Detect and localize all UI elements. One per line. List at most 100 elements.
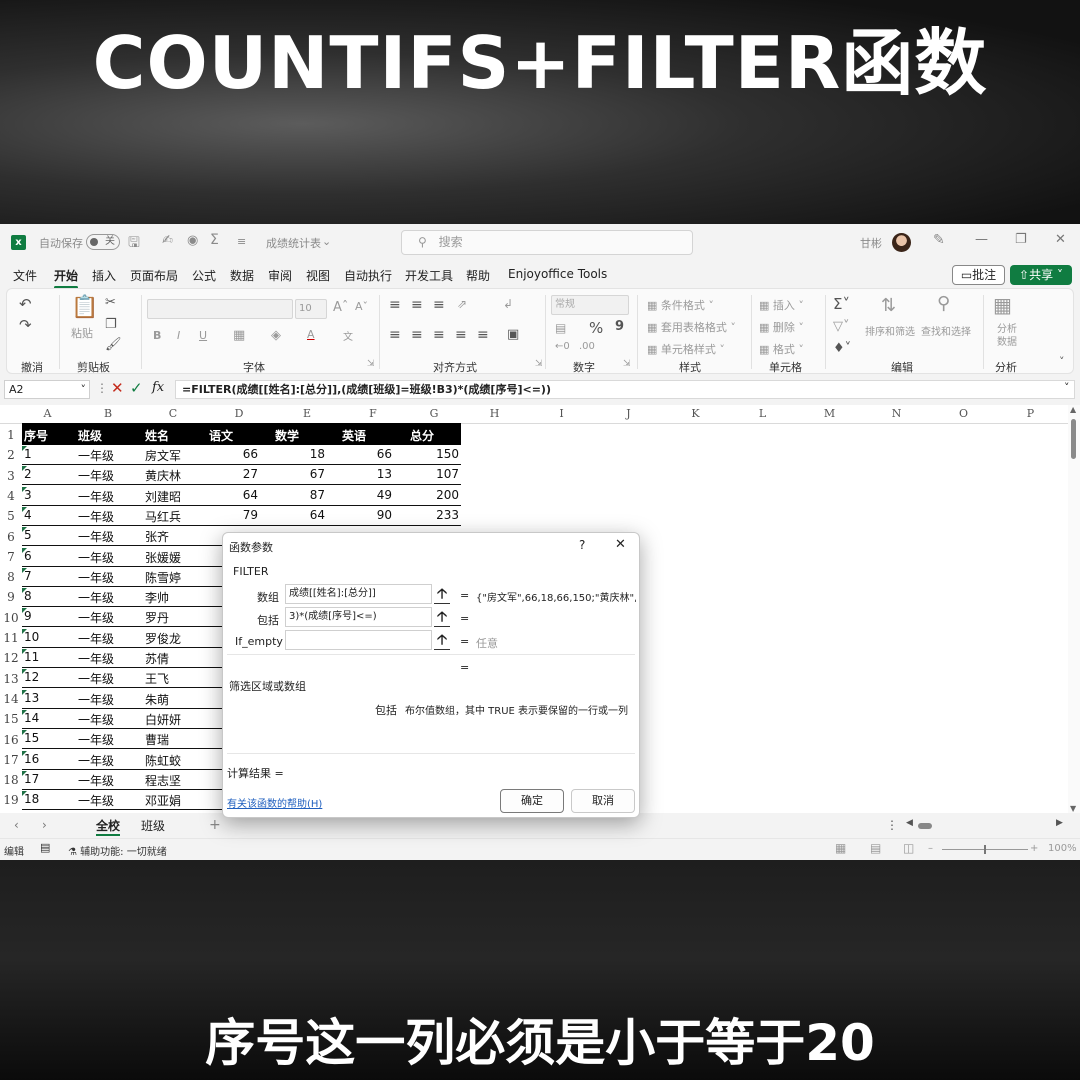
table-header-cell[interactable]: 姓名	[145, 427, 169, 444]
analyze-data-icon[interactable]: ▦	[993, 293, 1012, 317]
enter-icon[interactable]: ✓	[130, 379, 143, 397]
tab-data[interactable]: 数据	[230, 267, 254, 284]
table-cell[interactable]: 一年级	[78, 508, 114, 525]
table-header-cell[interactable]: 数学	[259, 427, 299, 444]
collapse-ribbon-icon[interactable]: ˅	[1059, 355, 1065, 368]
table-cell[interactable]: 1	[24, 447, 32, 461]
orientation-icon[interactable]: ⇗	[457, 297, 467, 311]
tab-enjoyoffice-tools[interactable]: Enjoyoffice Tools	[508, 267, 607, 281]
table-cell[interactable]: 4	[24, 508, 32, 522]
table-cell[interactable]: 一年级	[78, 711, 114, 728]
column-header-d[interactable]: D	[203, 405, 275, 423]
insert-function-icon[interactable]: fx	[152, 380, 164, 395]
tab-developer[interactable]: 开发工具	[405, 267, 453, 284]
increase-decimal-icon[interactable]: ←0	[555, 341, 570, 352]
row-header-16[interactable]: 16	[0, 728, 22, 748]
table-cell[interactable]: 黄庆林	[145, 467, 181, 484]
tab-formulas[interactable]: 公式	[192, 267, 216, 284]
minimize-icon[interactable]: —	[975, 232, 988, 247]
row-header-3[interactable]: 3	[0, 464, 22, 484]
conditional-format-button[interactable]: ▦ 条件格式 ˅	[647, 297, 714, 313]
tab-view[interactable]: 视图	[306, 267, 330, 284]
table-cell[interactable]: 16	[24, 752, 39, 766]
table-cell[interactable]: 14	[24, 711, 39, 725]
scroll-right-icon[interactable]: ▶	[1056, 818, 1063, 828]
row-header-9[interactable]: 9	[0, 585, 22, 605]
table-cell[interactable]: 朱萌	[145, 691, 169, 708]
table-cell[interactable]: 7	[24, 569, 32, 583]
table-cell[interactable]: 200	[409, 488, 459, 502]
row-header-14[interactable]: 14	[0, 687, 22, 707]
tab-insert[interactable]: 插入	[92, 267, 116, 284]
autosave-toggle[interactable]: 关	[86, 234, 120, 250]
font-size-select[interactable]: 10	[295, 299, 327, 319]
chevron-down-icon[interactable]: ⌄	[322, 235, 331, 248]
decrease-font-icon[interactable]: Aˇ	[355, 300, 368, 313]
table-header-cell[interactable]: 总分	[394, 427, 434, 444]
table-cell[interactable]: 张媛媛	[145, 549, 181, 566]
table-cell[interactable]: 一年级	[78, 772, 114, 789]
redo-icon[interactable]: ↷	[19, 316, 32, 334]
table-cell[interactable]: 18	[275, 447, 325, 461]
autosum-icon[interactable]: Σ˅	[833, 295, 850, 313]
row-header-10[interactable]: 10	[0, 606, 22, 626]
column-header-i[interactable]: I	[528, 405, 595, 423]
zoom-out-icon[interactable]: –	[928, 843, 933, 854]
table-cell[interactable]: 李帅	[145, 589, 169, 606]
analyze-data-label[interactable]: 分析数据	[995, 323, 1019, 349]
table-cell[interactable]: 150	[409, 447, 459, 461]
accessibility-status[interactable]: ⚗ 辅助功能: 一切就绪	[68, 843, 167, 858]
table-cell[interactable]: 苏倩	[145, 650, 169, 667]
tab-review[interactable]: 审阅	[268, 267, 292, 284]
align-left-icon[interactable]: ≡	[389, 327, 401, 343]
dialog-launcher-icon[interactable]: ⇲	[535, 359, 543, 369]
find-icon[interactable]: ⚲	[937, 293, 950, 314]
table-cell[interactable]: 程志坚	[145, 772, 181, 789]
column-header-b[interactable]: B	[73, 405, 143, 423]
find-select-label[interactable]: 查找和选择	[921, 323, 971, 338]
table-header-cell[interactable]: 语文	[193, 427, 233, 444]
column-header-n[interactable]: N	[863, 405, 930, 423]
copy-icon[interactable]: ❐	[105, 317, 117, 332]
fill-color-icon[interactable]: ◈	[271, 328, 281, 343]
search-box[interactable]: ⚲ 搜索	[401, 230, 693, 255]
bold-button[interactable]: B	[153, 329, 161, 342]
align-middle-icon[interactable]: ≡	[411, 297, 423, 313]
insert-cells-button[interactable]: ▦ 插入 ˅	[759, 297, 804, 313]
table-cell[interactable]: 一年级	[78, 792, 114, 809]
table-cell[interactable]: 一年级	[78, 609, 114, 626]
arg-input-if-empty[interactable]	[285, 630, 432, 650]
table-cell[interactable]: 陈雪婷	[145, 569, 181, 586]
scroll-thumb[interactable]	[1071, 419, 1076, 459]
collapse-dialog-icon[interactable]: 🡡	[434, 630, 450, 650]
table-cell[interactable]: 13	[342, 467, 392, 481]
table-cell[interactable]: 一年级	[78, 752, 114, 769]
table-cell[interactable]: 13	[24, 691, 39, 705]
column-header-p[interactable]: P	[997, 405, 1064, 423]
scroll-left-icon[interactable]: ◀	[906, 818, 913, 828]
row-header-7[interactable]: 7	[0, 545, 22, 565]
table-cell[interactable]: 罗俊龙	[145, 630, 181, 647]
row-header-5[interactable]: 5	[0, 504, 22, 524]
column-header-g[interactable]: G	[407, 405, 461, 423]
row-header-4[interactable]: 4	[0, 484, 22, 504]
scroll-up-icon[interactable]: ▲	[1070, 405, 1076, 414]
table-header-cell[interactable]: 英语	[326, 427, 366, 444]
table-cell[interactable]: 12	[24, 670, 39, 684]
tab-help[interactable]: 帮助	[466, 267, 490, 284]
record-icon[interactable]: ◉	[187, 233, 198, 248]
fill-icon[interactable]: ▽˅	[833, 319, 850, 334]
horizontal-scroll-thumb[interactable]	[918, 823, 932, 829]
table-cell[interactable]: 马红兵	[145, 508, 181, 525]
table-cell[interactable]: 一年级	[78, 447, 114, 464]
row-header-2[interactable]: 2	[0, 443, 22, 463]
row-header-18[interactable]: 18	[0, 768, 22, 788]
table-cell[interactable]: 64	[208, 488, 258, 502]
sum-icon[interactable]: Σ	[210, 232, 219, 248]
table-cell[interactable]: 10	[24, 630, 39, 644]
table-cell[interactable]: 64	[275, 508, 325, 522]
avatar[interactable]	[892, 233, 911, 252]
column-header-c[interactable]: C	[143, 405, 203, 423]
border-icon[interactable]: ▦	[233, 328, 245, 343]
normal-view-icon[interactable]: ▦	[835, 841, 846, 855]
